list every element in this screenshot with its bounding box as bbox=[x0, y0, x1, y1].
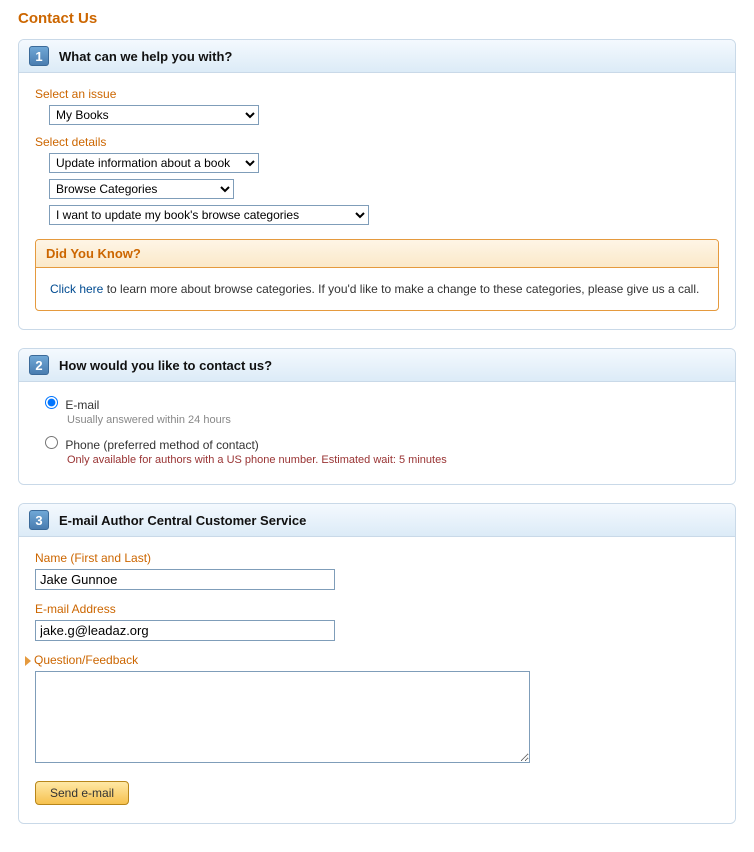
section-title-3: E-mail Author Central Customer Service bbox=[59, 513, 306, 528]
radio-phone-label[interactable]: Phone (preferred method of contact) bbox=[65, 438, 258, 452]
email-input[interactable] bbox=[35, 620, 335, 641]
section-header-2: 2 How would you like to contact us? bbox=[19, 349, 735, 382]
radio-email[interactable] bbox=[45, 396, 58, 409]
radio-email-sub: Usually answered within 24 hours bbox=[67, 414, 719, 426]
question-label: Question/Feedback bbox=[34, 653, 138, 667]
email-address-label: E-mail Address bbox=[35, 602, 719, 616]
section-title-2: How would you like to contact us? bbox=[59, 358, 272, 373]
select-detail-3[interactable]: I want to update my book's browse catego… bbox=[49, 205, 369, 225]
section-help: 1 What can we help you with? Select an i… bbox=[18, 39, 736, 330]
select-detail-1[interactable]: Update information about a book bbox=[49, 153, 259, 173]
select-issue-label: Select an issue bbox=[35, 87, 719, 101]
section-header-3: 3 E-mail Author Central Customer Service bbox=[19, 504, 735, 537]
did-you-know-text: to learn more about browse categories. I… bbox=[103, 282, 699, 296]
name-input[interactable] bbox=[35, 569, 335, 590]
section-email-form: 3 E-mail Author Central Customer Service… bbox=[18, 503, 736, 824]
did-you-know-box: Did You Know? Click here to learn more a… bbox=[35, 239, 719, 311]
name-label: Name (First and Last) bbox=[35, 551, 719, 565]
section-title-1: What can we help you with? bbox=[59, 49, 232, 64]
section-body-1: Select an issue My Books Select details … bbox=[19, 73, 735, 329]
select-details-label: Select details bbox=[35, 135, 719, 149]
required-icon bbox=[25, 656, 31, 666]
radio-phone[interactable] bbox=[45, 436, 58, 449]
click-here-link[interactable]: Click here bbox=[50, 282, 103, 296]
section-contact-method: 2 How would you like to contact us? E-ma… bbox=[18, 348, 736, 485]
step-number-2: 2 bbox=[29, 355, 49, 375]
page-title: Contact Us bbox=[18, 10, 736, 27]
step-number-3: 3 bbox=[29, 510, 49, 530]
section-body-2: E-mail Usually answered within 24 hours … bbox=[19, 382, 735, 484]
did-you-know-header: Did You Know? bbox=[36, 240, 718, 268]
section-body-3: Name (First and Last) E-mail Address Que… bbox=[19, 537, 735, 823]
radio-phone-sub: Only available for authors with a US pho… bbox=[67, 454, 719, 466]
send-email-button[interactable]: Send e-mail bbox=[35, 781, 129, 805]
step-number-1: 1 bbox=[29, 46, 49, 66]
section-header-1: 1 What can we help you with? bbox=[19, 40, 735, 73]
did-you-know-body: Click here to learn more about browse ca… bbox=[36, 268, 718, 310]
select-detail-2[interactable]: Browse Categories bbox=[49, 179, 234, 199]
question-textarea[interactable] bbox=[35, 671, 530, 763]
select-issue[interactable]: My Books bbox=[49, 105, 259, 125]
radio-email-label[interactable]: E-mail bbox=[65, 398, 99, 412]
